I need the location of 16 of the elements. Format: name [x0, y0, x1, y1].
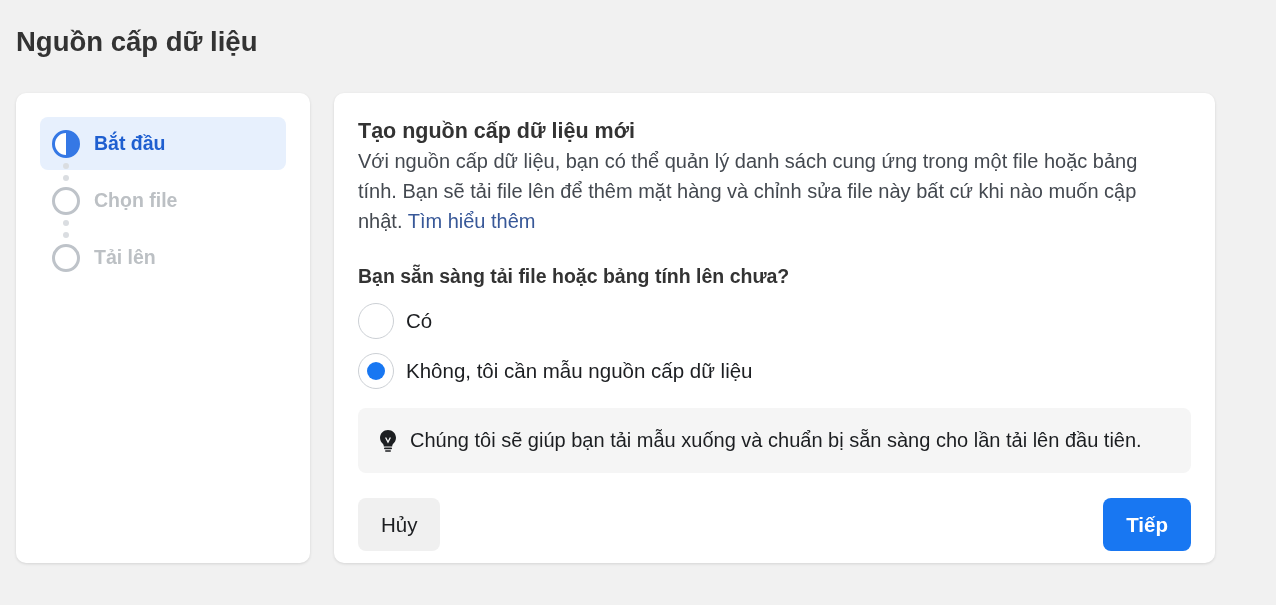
dotted-connector — [62, 162, 70, 182]
description-text: Với nguồn cấp dữ liệu, bạn có thể quản lý danh sách cung ứng trong một file hoặc bảng tính. Bạn sẽ tải file lên để thêm mặt hàng và chỉnh sửa file này bất cứ khi nào muốn cập nhật. Tìm hiểu thêm — [358, 149, 1139, 234]
cancel-button[interactable]: Hủy — [358, 498, 441, 551]
radio-button[interactable] — [358, 353, 394, 389]
form-title: Tạo nguồn cấp dữ liệu mới — [358, 118, 635, 144]
tip-text: Chúng tôi sẽ giúp bạn tải mẫu xuống và chuẩn bị sẵn sàng cho lần tải lên đầu tiên. — [410, 429, 1142, 452]
dotted-connector — [62, 219, 70, 239]
step-item[interactable]: Bắt đầu — [40, 117, 286, 170]
option-label: Không, tôi cần mẫu nguồn cấp dữ liệu — [406, 359, 753, 383]
lightbulb-icon — [380, 429, 396, 452]
learn-more-link[interactable]: Tìm hiểu thêm — [407, 210, 536, 232]
page-title: Nguồn cấp dữ liệu — [16, 25, 258, 59]
radio-button[interactable] — [358, 303, 394, 339]
option-label: Có — [406, 309, 433, 333]
question-text: Bạn sẵn sàng tải file hoặc bảng tính lên chưa? — [358, 264, 790, 288]
next-button[interactable]: Tiếp — [1103, 498, 1191, 551]
